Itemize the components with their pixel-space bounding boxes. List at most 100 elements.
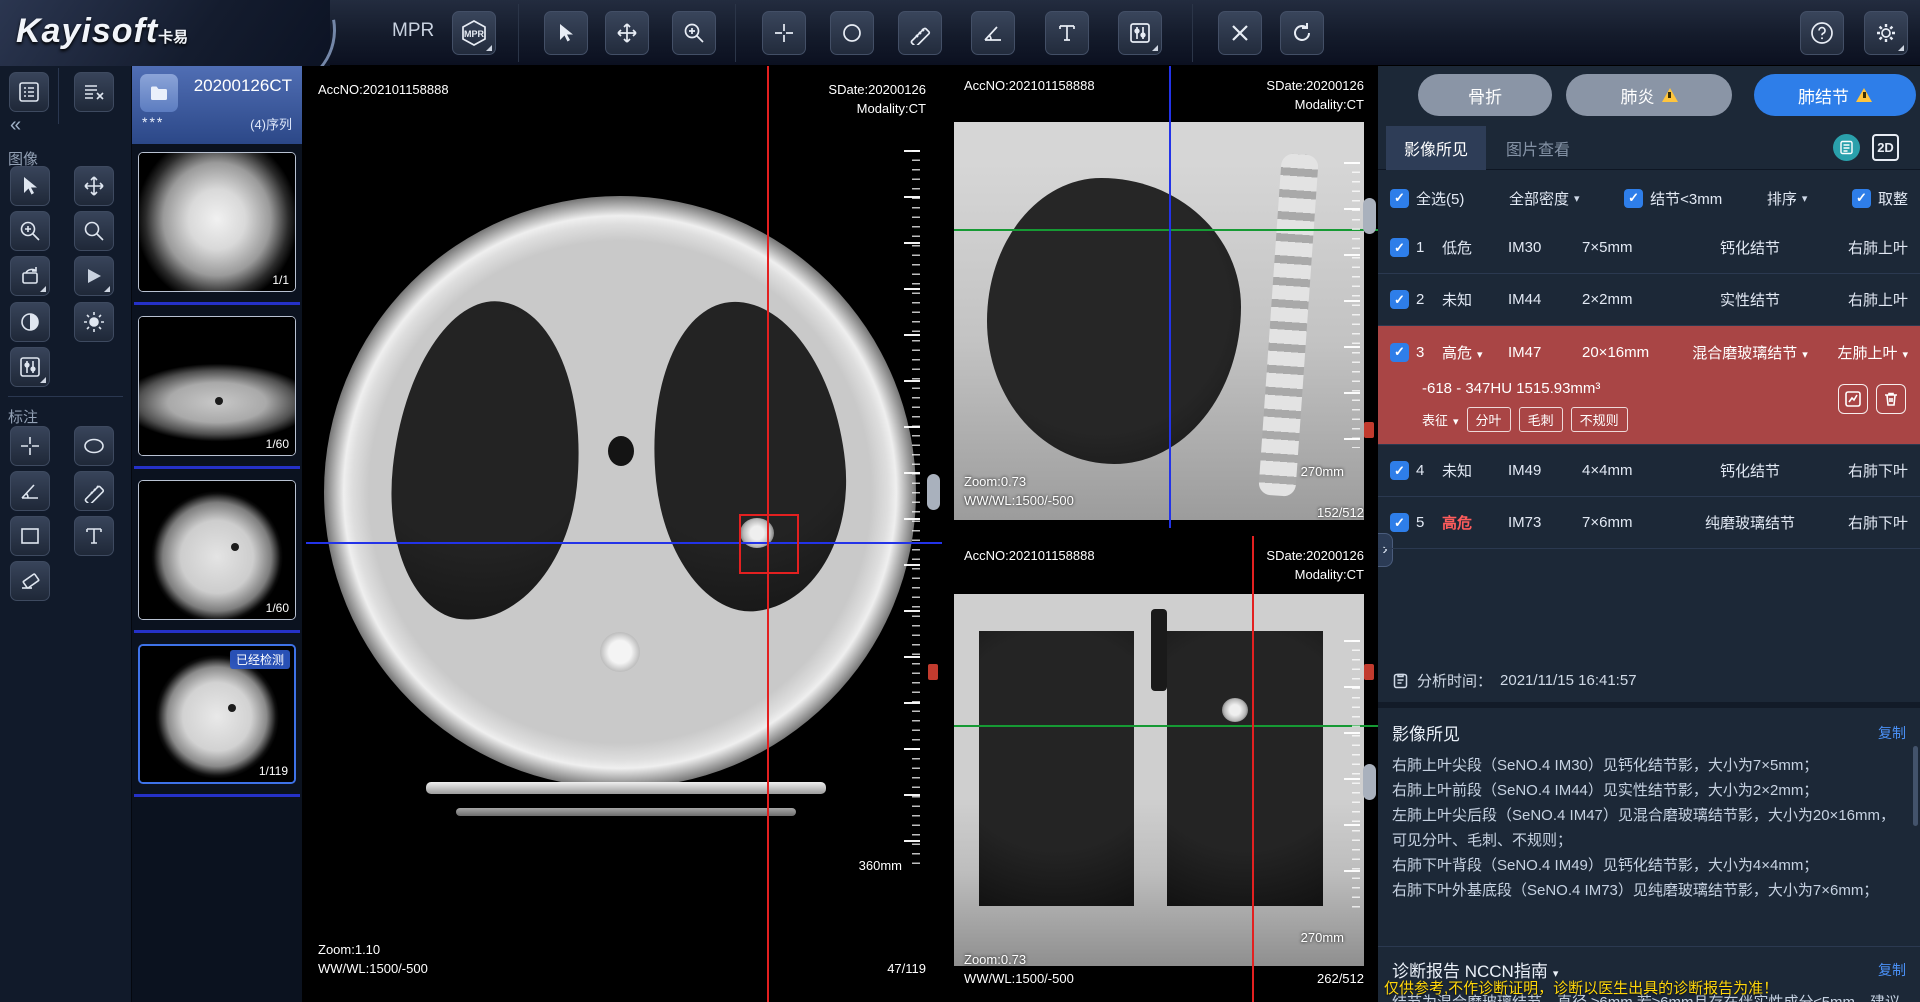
rail-magnify-button[interactable] bbox=[74, 211, 114, 251]
checkbox-icon bbox=[1852, 189, 1871, 208]
nodule-row-2[interactable]: 2 未知 IM44 2×2mm 实性结节 右肺上叶 bbox=[1378, 274, 1920, 326]
ellipse-tool-button[interactable] bbox=[830, 11, 874, 55]
select-all-checkbox[interactable]: 全选(5) bbox=[1390, 188, 1464, 209]
gear-icon bbox=[1873, 20, 1899, 46]
text-tool-button[interactable] bbox=[1045, 11, 1089, 55]
annotate-angle-button[interactable] bbox=[10, 471, 50, 511]
checkbox-icon[interactable] bbox=[1390, 343, 1409, 362]
help-button[interactable] bbox=[1800, 11, 1844, 55]
viewport-grid: AccNO:202101158888 SDate:20200126 Modali… bbox=[302, 66, 1378, 1002]
followup-compare-button[interactable] bbox=[1838, 384, 1868, 414]
tab-fracture[interactable]: 骨折 bbox=[1418, 74, 1552, 116]
window-level-sliders-icon bbox=[1128, 21, 1152, 45]
zoom-tool-button[interactable] bbox=[672, 11, 716, 55]
rail-zoom-in-button[interactable] bbox=[10, 211, 50, 251]
angle-tool-button[interactable] bbox=[971, 11, 1015, 55]
checkbox-icon[interactable] bbox=[1390, 238, 1409, 257]
accession-number: AccNO:202101158888 bbox=[964, 546, 1095, 565]
nodule-row-3-selected[interactable]: 3 高危 IM47 20×16mm 混合磨玻璃结节 左肺上叶 -618 - 34… bbox=[1378, 326, 1920, 445]
nodule-roi-box[interactable] bbox=[739, 514, 799, 574]
nodule-slice-marker[interactable] bbox=[1364, 664, 1374, 680]
nodule-location: 右肺下叶 bbox=[1814, 512, 1908, 533]
report-icon[interactable] bbox=[1833, 134, 1860, 161]
crosshair-tool-button[interactable] bbox=[762, 11, 806, 55]
sagittal-viewport[interactable]: AccNO:202101158888 SDate:20200126 Modali… bbox=[954, 66, 1378, 528]
thumbnail-scout[interactable]: 1/1 bbox=[138, 152, 296, 292]
axial-horizontal-reference-line[interactable] bbox=[306, 542, 942, 544]
rail-rotate-button[interactable] bbox=[10, 256, 50, 296]
annotate-ruler-button[interactable] bbox=[74, 471, 114, 511]
collapse-panel-chevron[interactable]: « bbox=[10, 114, 21, 137]
nodule-location: 左肺上叶 bbox=[1837, 345, 1897, 362]
axial-scrollbar-handle[interactable] bbox=[927, 474, 940, 510]
tab-imaging-findings[interactable]: 影像所见 bbox=[1386, 126, 1486, 170]
trait-chip[interactable]: 毛刺 bbox=[1519, 407, 1563, 432]
density-filter-dropdown[interactable]: 全部密度 bbox=[1509, 188, 1580, 209]
rail-invert-button[interactable] bbox=[10, 302, 50, 342]
eraser-icon bbox=[18, 569, 42, 593]
findings-title: 影像所见 bbox=[1392, 720, 1460, 745]
coronal-scrollbar-handle[interactable] bbox=[1363, 764, 1376, 800]
thumbnail-series-3[interactable]: 1/60 bbox=[138, 480, 296, 620]
traits-dropdown[interactable]: 表征 bbox=[1422, 410, 1459, 429]
settings-button[interactable] bbox=[1864, 11, 1908, 55]
findings-section: 影像所见 复制 右肺上叶尖段（SeNO.4 IM30）见钙化结节影，大小为7×5… bbox=[1378, 702, 1920, 903]
nodule-slice-marker[interactable] bbox=[928, 664, 938, 680]
ruler-tool-button[interactable] bbox=[898, 11, 942, 55]
thumbnail-divider bbox=[134, 466, 300, 469]
annotate-crosshair-button[interactable] bbox=[10, 426, 50, 466]
delete-nodule-button[interactable] bbox=[1876, 384, 1906, 414]
rail-select-button[interactable] bbox=[10, 166, 50, 206]
annotate-ellipse-button[interactable] bbox=[74, 426, 114, 466]
series-header[interactable]: 20200126CT *** (4)序列 bbox=[132, 66, 302, 144]
coronal-viewport[interactable]: AccNO:202101158888 SDate:20200126 Modali… bbox=[954, 536, 1378, 1002]
trait-chip[interactable]: 分叶 bbox=[1467, 407, 1511, 432]
nodule-location-dropdown[interactable]: 左肺上叶 bbox=[1814, 342, 1908, 363]
mpr-tool-button[interactable]: MPR bbox=[452, 11, 496, 55]
annotate-text-button[interactable] bbox=[74, 516, 114, 556]
axial-viewport[interactable]: AccNO:202101158888 SDate:20200126 Modali… bbox=[306, 66, 942, 1002]
small-nodule-checkbox[interactable]: 结节<3mm bbox=[1624, 188, 1722, 209]
nodule-row-4[interactable]: 4 未知 IM49 4×4mm 钙化结节 右肺下叶 bbox=[1378, 445, 1920, 497]
reset-view-button[interactable] bbox=[1280, 11, 1324, 55]
tab-pneumonia[interactable]: 肺炎 bbox=[1566, 74, 1732, 116]
checkbox-icon[interactable] bbox=[1390, 461, 1409, 480]
sagittal-horizontal-reference-line[interactable] bbox=[954, 229, 1378, 231]
select-tool-button[interactable] bbox=[544, 11, 588, 55]
rail-cine-button[interactable] bbox=[74, 256, 114, 296]
delete-annotation-button[interactable] bbox=[1218, 11, 1262, 55]
tab-lung-nodule[interactable]: 肺结节 bbox=[1754, 74, 1916, 116]
sagittal-vertical-reference-line[interactable] bbox=[1169, 66, 1171, 528]
logo-text: Kayisoft bbox=[16, 12, 158, 50]
nodule-row-1[interactable]: 1 低危 IM30 7×5mm 钙化结节 右肺上叶 bbox=[1378, 222, 1920, 274]
thumbnail-series-2[interactable]: 1/60 bbox=[138, 316, 296, 456]
close-layout-button[interactable] bbox=[74, 72, 114, 112]
2d-view-icon[interactable]: 2D bbox=[1872, 134, 1899, 161]
nodule-type-dropdown[interactable]: 混合磨玻璃结节 bbox=[1686, 342, 1814, 363]
nodule-slice-marker[interactable] bbox=[1364, 422, 1374, 438]
pan-tool-button[interactable] bbox=[605, 11, 649, 55]
sort-dropdown[interactable]: 排序 bbox=[1767, 188, 1808, 209]
tab-image-view[interactable]: 图片查看 bbox=[1488, 126, 1588, 170]
coronal-horizontal-reference-line[interactable] bbox=[954, 725, 1378, 727]
window-level-tool-button[interactable] bbox=[1118, 11, 1162, 55]
copy-findings-link[interactable]: 复制 bbox=[1878, 723, 1906, 743]
pill-label: 肺炎 bbox=[1621, 83, 1655, 108]
nodule-row-5[interactable]: 5 高危 IM73 7×6mm 纯磨玻璃结节 右肺下叶 bbox=[1378, 497, 1920, 549]
checkbox-icon[interactable] bbox=[1390, 290, 1409, 309]
annotate-rectangle-button[interactable] bbox=[10, 516, 50, 556]
rail-pan-button[interactable] bbox=[74, 166, 114, 206]
nodule-size: 2×2mm bbox=[1582, 291, 1686, 308]
rail-brightness-button[interactable] bbox=[74, 302, 114, 342]
findings-scrollbar[interactable] bbox=[1913, 746, 1918, 826]
thumbnail-series-4-selected[interactable]: 已经检测 1/119 bbox=[138, 644, 296, 784]
trait-chip[interactable]: 不规则 bbox=[1571, 407, 1628, 432]
coronal-vertical-reference-line[interactable] bbox=[1252, 536, 1254, 1002]
annotate-eraser-button[interactable] bbox=[10, 561, 50, 601]
rail-window-level-button[interactable] bbox=[10, 347, 50, 387]
checkbox-icon[interactable] bbox=[1390, 513, 1409, 532]
risk-level-dropdown[interactable]: 高危 bbox=[1442, 342, 1508, 363]
sagittal-scrollbar-handle[interactable] bbox=[1363, 198, 1376, 234]
round-checkbox[interactable]: 取整 bbox=[1852, 188, 1908, 209]
thumbnail-list-button[interactable] bbox=[9, 72, 49, 112]
